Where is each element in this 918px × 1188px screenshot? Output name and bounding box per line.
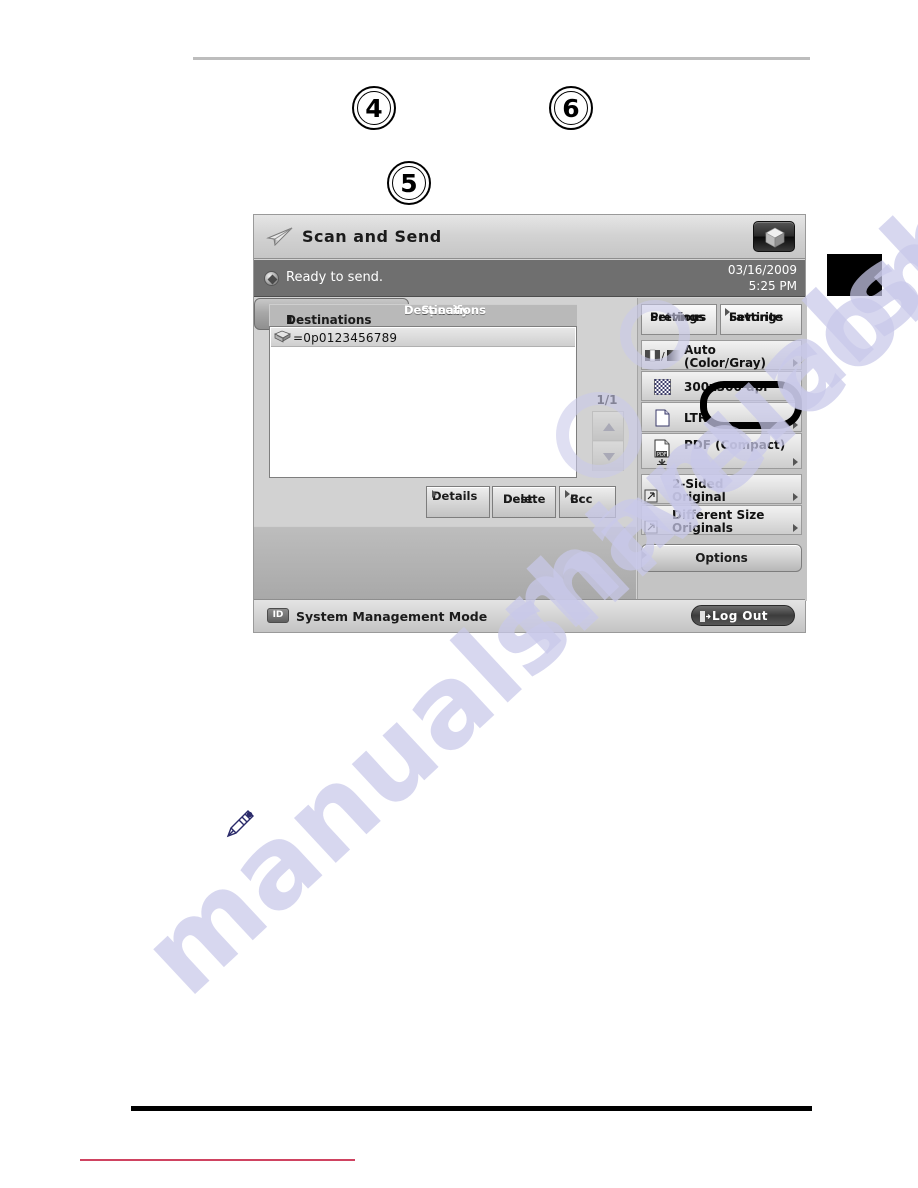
step-callout-6-number: 6: [562, 93, 580, 123]
different-size-icon: [644, 520, 658, 534]
chevron-right-icon: [793, 421, 798, 429]
chevron-right-icon: [793, 493, 798, 501]
scroll-down-button[interactable]: [593, 442, 623, 471]
device-touch-panel: Scan and Send Ready to send. 03/16/2009 …: [253, 214, 807, 633]
list-item[interactable]: =0p0123456789: [271, 328, 575, 347]
footer-accent-rule: [80, 1159, 355, 1161]
chapter-tab-marker: [827, 254, 882, 296]
paper-plane-icon: [266, 227, 293, 247]
setting-file-format-label: PDF (Compact): [684, 438, 786, 452]
favorite-settings-button[interactable]: Favorite Settings: [720, 304, 802, 335]
address-book-icon: [274, 330, 291, 343]
setting-two-sided-label: 2-Sided Original: [672, 477, 726, 504]
step-callout-5: 5: [387, 161, 431, 205]
panel-footerbar: ID System Management Mode Log Out: [254, 599, 805, 632]
chevron-right-icon: [642, 551, 801, 559]
setting-paper-size[interactable]: LTR: [641, 402, 802, 432]
panel-statusbar: Ready to send. 03/16/2009 5:25 PM: [254, 260, 805, 297]
logout-label: Log Out: [712, 609, 768, 623]
id-badge-label: ID: [272, 610, 284, 620]
page-indicator: 1/1: [596, 393, 618, 407]
destinations-list[interactable]: =0p0123456789: [269, 326, 577, 478]
chevron-right-icon: [565, 490, 570, 498]
cube-button[interactable]: [753, 221, 795, 252]
settings-pane: Previous Settings Favorite Settings / Au…: [637, 298, 807, 601]
status-time: 5:25 PM: [748, 279, 797, 293]
resolution-icon: [654, 379, 671, 395]
triangle-down-icon: [603, 453, 615, 461]
status-message: Ready to send.: [286, 270, 384, 285]
step-callout-6: 6: [549, 86, 593, 130]
destination-address: =0p0123456789: [293, 331, 398, 345]
two-sided-icon: [644, 489, 658, 503]
pdf-file-icon: PDF: [654, 439, 670, 465]
setting-different-size-originals[interactable]: Different Size Originals: [641, 505, 802, 535]
chevron-right-icon: [793, 458, 798, 466]
setting-different-size-label: Different Size Originals: [672, 508, 765, 535]
chevron-right-icon: [793, 359, 798, 367]
triangle-up-icon: [603, 423, 615, 431]
chevron-right-icon: [793, 390, 798, 398]
previous-settings-button[interactable]: Previous Settings: [641, 304, 717, 335]
system-management-mode-label: System Management Mode: [296, 609, 488, 624]
options-button[interactable]: Options: [641, 544, 802, 572]
chevron-right-icon: [725, 308, 730, 316]
svg-text:/: /: [661, 350, 665, 363]
svg-text:PDF: PDF: [657, 452, 667, 458]
delete-destination-button[interactable]: Delete Dest.: [492, 486, 556, 518]
setting-two-sided-original[interactable]: 2-Sided Original: [641, 474, 802, 504]
logout-button[interactable]: Log Out: [691, 605, 795, 626]
status-indicator-icon: [264, 271, 279, 286]
id-badge: ID: [267, 608, 289, 623]
setting-color-mode-label: Auto (Color/Gray): [684, 343, 766, 370]
step-callout-4: 4: [352, 86, 396, 130]
color-mode-icon: /: [645, 349, 680, 363]
destinations-pane-footer: [254, 526, 636, 601]
header-rule: [193, 57, 810, 60]
panel-titlebar: Scan and Send: [254, 215, 805, 259]
setting-file-format[interactable]: PDF PDF (Compact): [641, 433, 802, 469]
manual-page: manualshive.com manualshive.com 4 5 6: [0, 0, 918, 1188]
logout-icon: [700, 611, 711, 622]
specify-destinations-label: Specify Destinations: [404, 303, 486, 317]
setting-paper-size-label: LTR: [684, 411, 708, 425]
step-callout-4-number: 4: [365, 93, 383, 123]
footer-rule: [131, 1106, 812, 1111]
details-label: Details: [432, 489, 478, 503]
cc-bcc-button[interactable]: Cc Bcc: [559, 486, 616, 518]
step-callout-5-number: 5: [400, 168, 418, 198]
status-datetime: 03/16/2009 5:25 PM: [728, 262, 797, 294]
page-title: Scan and Send: [302, 227, 442, 246]
cube-icon: [765, 227, 785, 248]
details-button[interactable]: Details: [426, 486, 490, 518]
chevron-right-icon: [432, 490, 437, 498]
scroll-up-button[interactable]: [593, 412, 623, 441]
panel-workarea: Destinations : 1 =0p0123456789 1/1 Speci…: [254, 298, 807, 601]
destinations-pane: Destinations : 1 =0p0123456789 1/1 Speci…: [254, 298, 636, 601]
setting-color-mode[interactable]: / Auto (Color/Gray): [641, 340, 802, 370]
setting-resolution[interactable]: 300x300 dpi: [641, 371, 802, 401]
list-scroll-buttons: [592, 411, 624, 471]
chevron-right-icon: [793, 524, 798, 532]
status-date: 03/16/2009: [727, 263, 797, 277]
paper-size-icon: [655, 409, 670, 427]
pencil-note-icon: [226, 810, 254, 838]
setting-resolution-label: 300x300 dpi: [684, 380, 768, 394]
